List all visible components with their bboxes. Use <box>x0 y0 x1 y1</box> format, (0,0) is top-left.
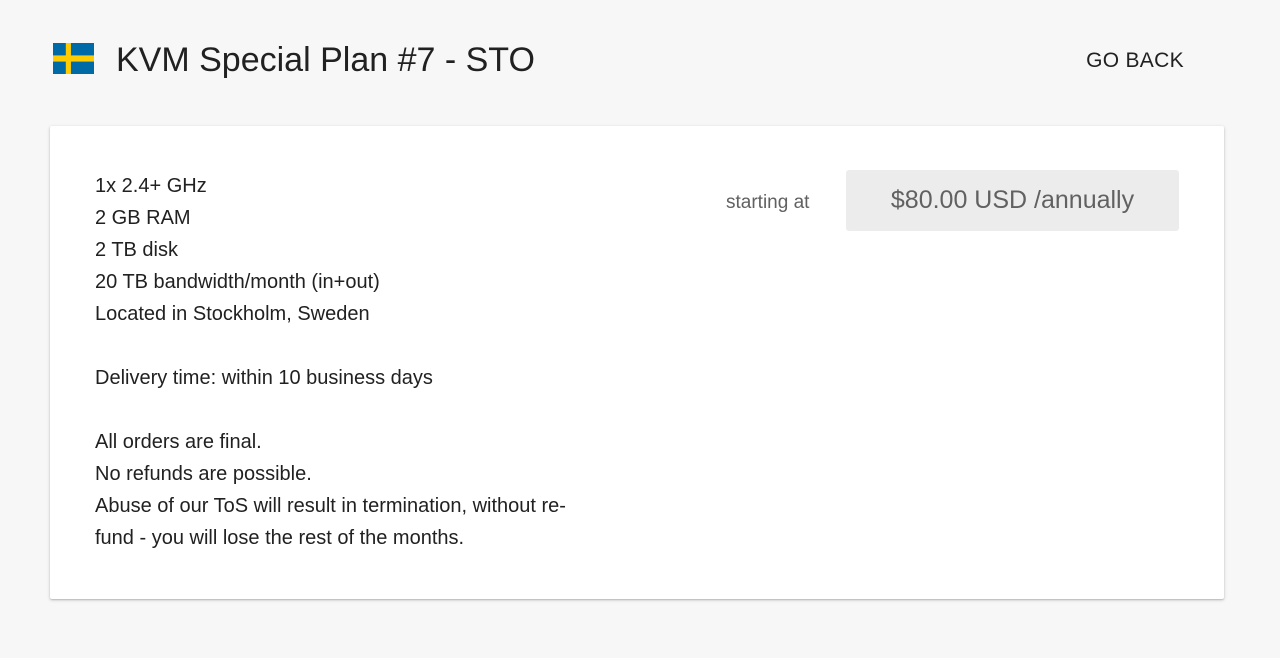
plan-description-blank-line <box>95 330 635 362</box>
plan-description-line: fund - you will lose the rest of the mon… <box>95 527 465 549</box>
plan-description-line: No refunds are possible. <box>95 463 312 485</box>
plan-description-line: 1x 2.4+ GHz <box>95 175 207 197</box>
sweden-flag-icon <box>53 43 94 74</box>
price-badge: $80.00 USD /annually <box>846 170 1179 231</box>
plan-description-line: Abuse of our ToS will result in terminat… <box>95 495 566 517</box>
plan-description-line: All orders are final. <box>95 431 262 453</box>
page-title: KVM Special Plan #7 - STO <box>116 41 535 79</box>
price-label: starting at <box>726 192 810 213</box>
plan-description-line: 2 GB RAM <box>95 207 191 229</box>
plan-description-line: 20 TB bandwidth/month (in+out) <box>95 271 380 293</box>
plan-description-line: Located in Stockholm, Sweden <box>95 303 370 325</box>
plan-card: 1x 2.4+ GHz 2 GB RAM 2 TB disk 20 TB ban… <box>50 126 1224 599</box>
plan-description-line: 2 TB disk <box>95 239 178 261</box>
go-back-button[interactable]: GO BACK <box>1074 40 1196 82</box>
page-header: KVM Special Plan #7 - STO GO BACK <box>0 0 1280 120</box>
plan-description-blank-line <box>95 394 635 426</box>
plan-description-line: Delivery time: within 10 business days <box>95 367 433 389</box>
plan-description: 1x 2.4+ GHz 2 GB RAM 2 TB disk 20 TB ban… <box>95 170 635 554</box>
